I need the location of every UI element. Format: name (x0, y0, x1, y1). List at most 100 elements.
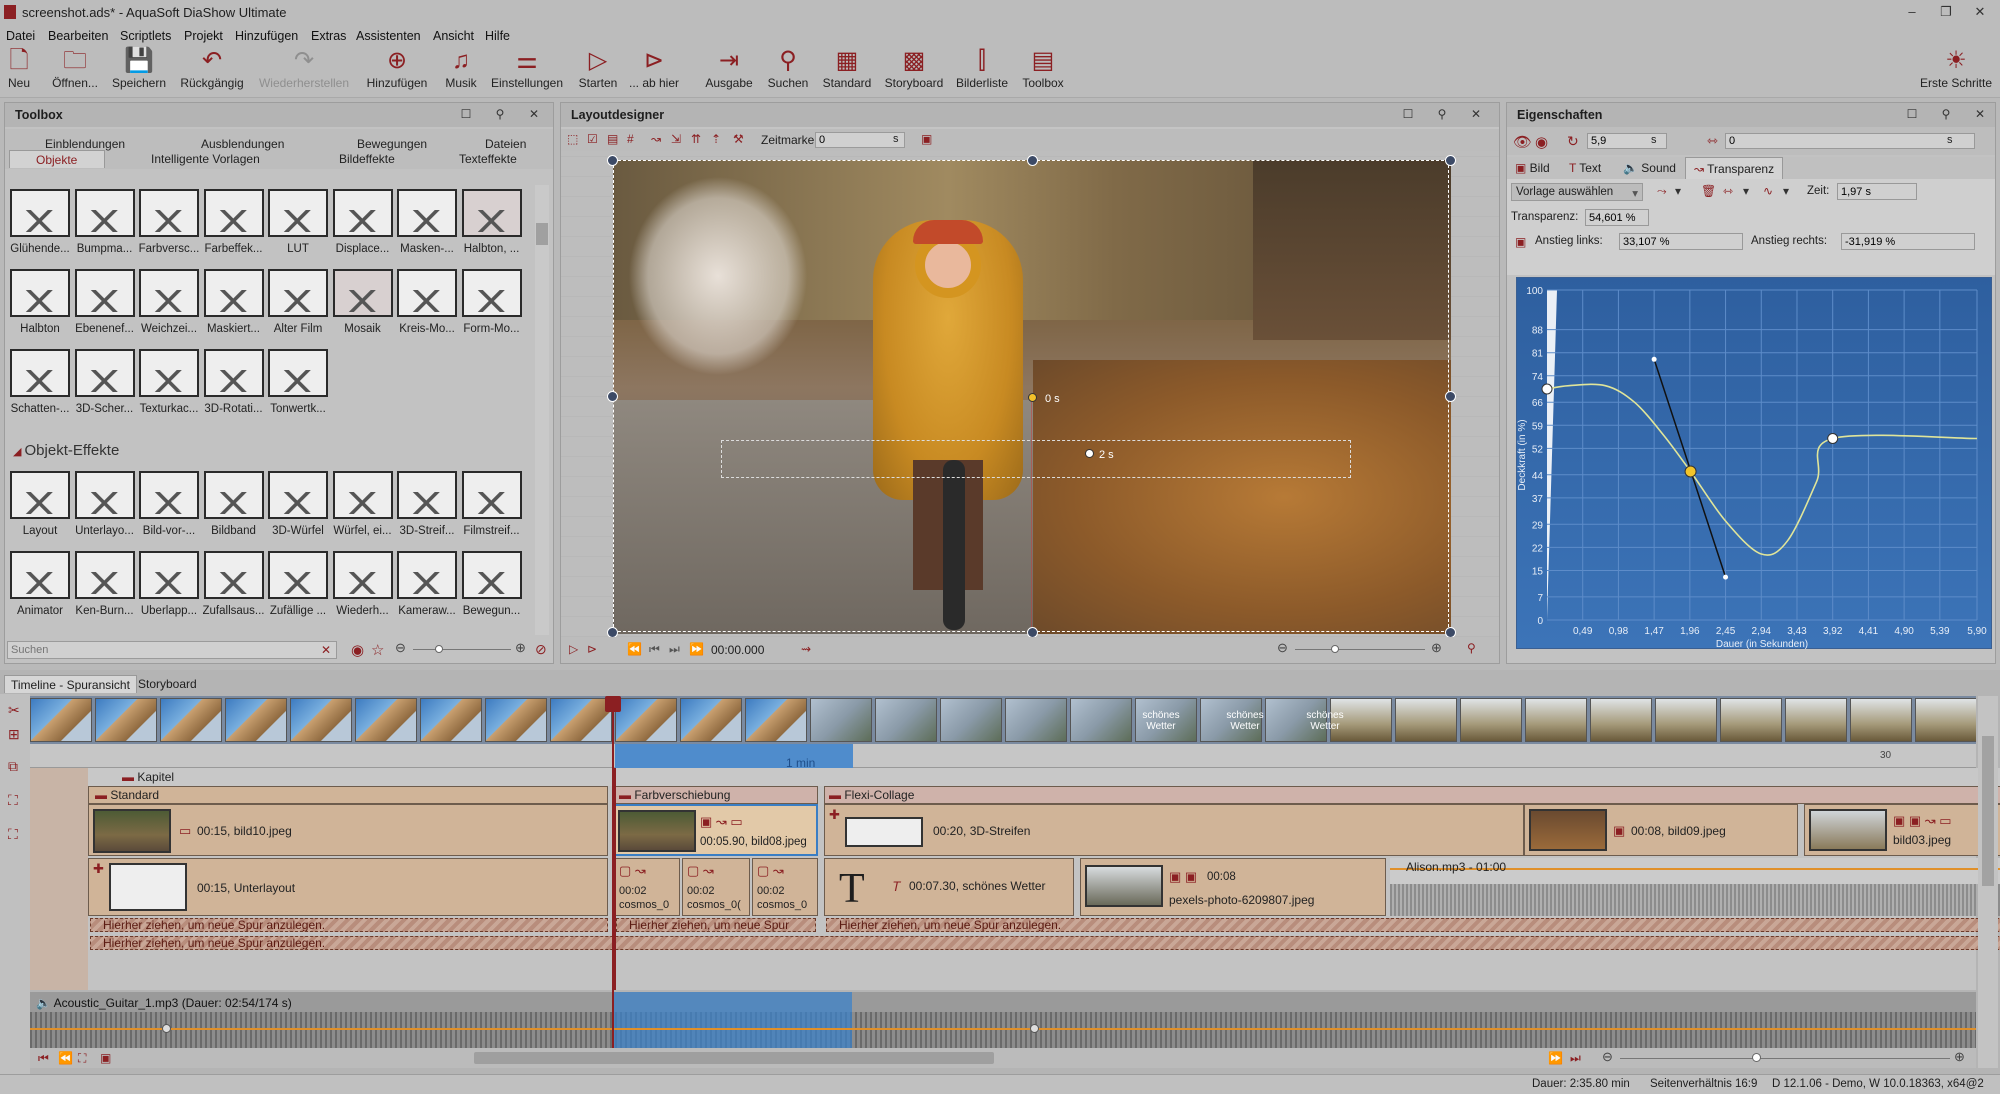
zoom-slider[interactable] (1295, 649, 1425, 650)
keyframe-icon[interactable]: ⇡ (711, 132, 721, 146)
menu-ansicht[interactable]: Ansicht (433, 29, 474, 43)
clip-unterlayout[interactable]: ✚ 00:15, Unterlayout (88, 858, 608, 916)
first-steps-button[interactable]: ☀ Erste Schritte (1918, 48, 1994, 96)
effect-tile[interactable]: Bumpma... (74, 189, 136, 267)
effect-tile[interactable]: Halbton, ... (461, 189, 523, 267)
maximize-icon[interactable]: ☐ (459, 107, 473, 121)
zoom-in-icon[interactable]: ⊕ (1431, 640, 1442, 656)
dropdown-arrow-icon[interactable]: ▾ (1675, 184, 1681, 198)
clip-bild08[interactable]: ▣ ↝ ▭ 00:05.90, bild08.jpeg (614, 804, 818, 856)
time-ruler[interactable]: 1 min 30 (30, 744, 1976, 770)
object-tile[interactable]: Zufallsaus... (203, 551, 265, 629)
clear-search-icon[interactable]: ✕ (321, 643, 331, 657)
keyframe-add-icon[interactable]: ⇈ (691, 132, 701, 146)
resize-handle-r[interactable] (1445, 391, 1456, 402)
menu-bearbeiten[interactable]: Bearbeiten (48, 29, 108, 43)
check-tool-icon[interactable]: ☑ (587, 132, 598, 146)
effect-tile[interactable]: Mosaik (332, 269, 394, 347)
storyboard-view-button[interactable]: ▩ Storyboard (882, 48, 946, 96)
undo-button[interactable]: ↶ Rückgängig (176, 48, 248, 96)
close-icon[interactable]: ✕ (527, 107, 541, 121)
delete-icon[interactable]: 🗑 (1701, 184, 1716, 198)
effect-tile[interactable]: Farbversc... (138, 189, 200, 267)
motion-path-icon[interactable]: ⇝ (801, 642, 811, 656)
tab-bildeffekte[interactable]: Bildeffekte (339, 152, 395, 166)
menu-projekt[interactable]: Projekt (184, 29, 223, 43)
effect-tile[interactable]: Farbeffek... (203, 189, 265, 267)
effect-tile[interactable]: 3D-Rotati... (203, 349, 265, 427)
toolbox-scrollbar[interactable] (535, 185, 549, 635)
tab-intelligente-vorlagen[interactable]: Intelligente Vorlagen (151, 152, 260, 166)
effect-tile[interactable]: LUT (267, 189, 329, 267)
tab-dateien[interactable]: Dateien (485, 137, 526, 151)
cut-icon[interactable]: ✂ (8, 702, 20, 719)
zoom-out-icon[interactable]: ⊖ (1602, 1049, 1613, 1065)
rewind-icon[interactable]: ⏪ (627, 642, 642, 656)
menu-assistenten[interactable]: Assistenten (356, 29, 421, 43)
new-track-dropzone-4[interactable]: Hierher ziehen, um neue Spur anzulegen. (90, 936, 2000, 950)
tab-einblendungen[interactable]: Einblendungen (45, 137, 125, 151)
start-from-here-button[interactable]: ⊳ ... ab hier (626, 48, 682, 96)
toolbox-search-input[interactable] (7, 641, 337, 659)
tab-transparenz[interactable]: ↝ Transparenz (1685, 157, 1784, 179)
zoom-slider-thumb[interactable] (1331, 645, 1339, 653)
object-tile[interactable]: Bewegun... (461, 551, 523, 629)
add-button[interactable]: ⊕ Hinzufügen (362, 48, 432, 96)
maximize-icon[interactable]: ☐ (1905, 107, 1919, 121)
object-tile[interactable]: 3D-Streif... (396, 471, 458, 549)
motion-point-start[interactable] (1028, 393, 1037, 402)
effect-tile[interactable]: Kreis-Mo... (396, 269, 458, 347)
standard-view-button[interactable]: ▦ Standard (820, 48, 874, 96)
forward-icon[interactable]: ⏩ (689, 642, 704, 656)
clip-3d-streifen[interactable]: ✚ 00:20, 3D-Streifen (824, 804, 1524, 856)
curve-svg[interactable]: 100 88 81 74 66 59 52 44 37 29 22 15 7 0 0,49 0,98 1,47 1… (1517, 278, 1993, 650)
add-keyframe-icon[interactable]: ⤳ (1657, 184, 1667, 199)
close-icon[interactable]: ✕ (1469, 107, 1483, 121)
music-button[interactable]: ♫ Musik (440, 48, 482, 96)
effect-tile[interactable]: 3D-Scher... (74, 349, 136, 427)
audio-track-guitar[interactable]: 🔈 Acoustic_Guitar_1.mp3 (Dauer: 02:54/17… (30, 992, 1976, 1048)
effect-tile[interactable]: Weichzei... (138, 269, 200, 347)
thumbnail-size-slider[interactable]: ⊖ ⊕ (395, 640, 535, 655)
thumbnail-strip[interactable]: schönes Wetter schönes Wetter schönes Wett… (30, 696, 1976, 744)
pin-icon[interactable]: ⚲ (493, 107, 507, 121)
volume-point[interactable] (1030, 1024, 1039, 1033)
tab-texteffekte[interactable]: Texteffekte (459, 152, 517, 166)
add-track-icon[interactable]: ⊞ (8, 726, 20, 743)
new-track-dropzone-2[interactable]: Hierher ziehen, um neue Spur (616, 918, 816, 932)
clip-bild10[interactable]: ▭ 00:15, bild10.jpeg (88, 804, 608, 856)
section-objekt-effekte[interactable]: ◢ Objekt-Effekte (13, 442, 119, 459)
fit-icon[interactable]: ⛶ (78, 1051, 86, 1066)
resize-handle-l[interactable] (607, 391, 618, 402)
effect-tile[interactable]: Halbton (9, 269, 71, 347)
effect-tile[interactable]: Masken-... (396, 189, 458, 267)
template-dropdown[interactable]: Vorlage auswählen ▾ (1511, 183, 1643, 201)
timeline-zoom-thumb[interactable] (1752, 1053, 1761, 1062)
fit-zoom-icon[interactable]: ⚲ (1467, 641, 1476, 655)
close-icon[interactable]: ✕ (1973, 107, 1987, 121)
resize-tool-icon[interactable]: ⇲ (671, 132, 681, 146)
tab-sound[interactable]: 🔈 Sound (1623, 161, 1676, 175)
next-frame-icon[interactable]: ⏭ (669, 642, 680, 657)
tab-ausblendungen[interactable]: Ausblendungen (201, 137, 284, 151)
tool-menu-icon[interactable]: ⚒ (733, 132, 744, 146)
zeitmarke-input[interactable] (815, 132, 905, 148)
eye-icon[interactable]: ◉ (351, 641, 364, 659)
object-tile[interactable]: Animator (9, 551, 71, 629)
wave-icon[interactable]: ∿ (1763, 184, 1773, 198)
effect-tile[interactable]: Alter Film (267, 269, 329, 347)
object-tile[interactable]: Überlapp... (138, 551, 200, 629)
maximize-icon[interactable]: ☐ (1401, 107, 1415, 121)
effect-tile[interactable]: Form-Mo... (461, 269, 523, 347)
play-icon[interactable]: ▷ (569, 642, 578, 656)
effect-tile[interactable]: Ebenenef... (74, 269, 136, 347)
anstieg-links-input[interactable] (1619, 233, 1743, 250)
timeline-vertical-scrollbar[interactable] (1978, 696, 1998, 1068)
clip-bild09[interactable]: ▣ 00:08, bild09.jpeg (1524, 804, 1798, 856)
align-tool-icon[interactable]: ▤ (607, 132, 618, 146)
no-effect-icon[interactable]: ⊘ (535, 641, 547, 658)
effect-tile[interactable]: Glühende... (9, 189, 71, 267)
object-tile[interactable]: Layout (9, 471, 71, 549)
toolbox-button[interactable]: ▤ Toolbox (1018, 48, 1068, 96)
group-farbverschiebung-header[interactable]: ▬ Farbverschiebung (614, 786, 818, 804)
